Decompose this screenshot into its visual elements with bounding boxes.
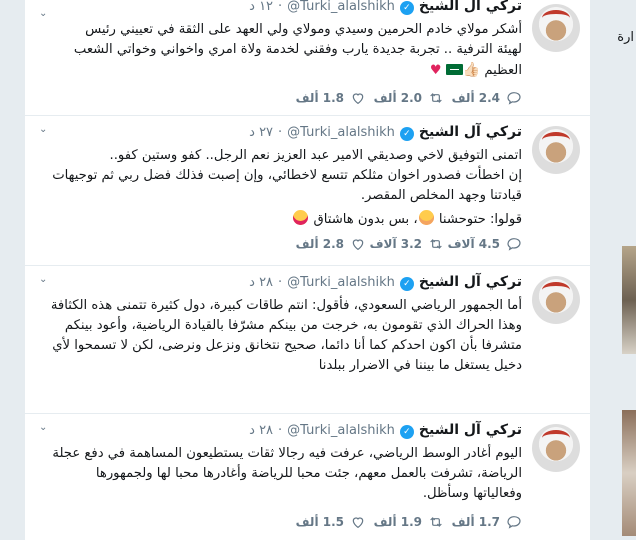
reply-icon [507,516,521,529]
retweet-icon [430,517,442,527]
verified-icon: ✓ [399,1,414,15]
verified-icon: ✓ [399,277,414,291]
tweet-header: تركي آل الشيخ ✓ @Turki_alalshikh · ١٢ د [39,0,522,18]
tweet-actions: 4.5 آلاف 3.2 آلاف 2.8 ألف [288,236,522,252]
reply-icon [507,92,521,105]
tweet-line: وهذا الحراك الذي تقومون به، خرجت من بينك… [64,318,522,333]
retweet-button[interactable]: 1.9 ألف [366,514,444,530]
like-icon [352,93,364,105]
author-handle[interactable]: @Turki_alalshikh [287,125,395,140]
verified-icon: ✓ [399,127,414,141]
tweet-line: اليوم أغادر الوسط الرياضي، عرفت فيه رجال… [52,446,522,461]
tweet[interactable]: ⌄ تركي آل الشيخ ✓ @Turki_alalshikh · ٢٨ … [25,414,590,540]
tweet-line: قولوا: حتوحشنا ، بس بدون هاشتاق [39,210,522,230]
tweet[interactable]: ⌄ تركي آل الشيخ ✓ @Turki_alalshikh · ٢٧ … [25,116,590,266]
author-handle[interactable]: @Turki_alalshikh [287,0,395,14]
tweet[interactable]: ⌄ تركي آل الشيخ ✓ @Turki_alalshikh · ١٢ … [25,0,590,116]
retweet-icon [430,93,442,103]
tweet-actions: 2.4 ألف 2.0 ألف 1.8 ألف [288,90,522,106]
tweet-time[interactable]: ٢٨ د [249,275,273,290]
tweet-time[interactable]: ١٢ د [249,0,273,14]
like-button[interactable]: 1.8 ألف [288,90,366,106]
author-handle[interactable]: @Turki_alalshikh [287,275,395,290]
tweet-time[interactable]: ٢٧ د [249,125,273,140]
retweet-button[interactable]: 3.2 آلاف [366,236,444,252]
smiling-face-icon [418,210,434,225]
avatar[interactable] [532,4,580,52]
tweet-text: أشكر مولاي خادم الحرمين وسيدي ومولاي ولي… [39,20,522,81]
like-count: 2.8 ألف [295,237,344,251]
reply-count: 1.7 ألف [451,515,500,529]
tweet-text: اتمنى التوفيق لاخي وصديقي الامير عبد الع… [39,146,522,230]
retweet-count: 2.0 ألف [373,91,422,105]
avatar[interactable] [532,276,580,324]
avatar[interactable] [532,126,580,174]
tweet-time[interactable]: ٢٨ د [249,423,273,438]
author-name[interactable]: تركي آل الشيخ [419,274,522,290]
tweet-line: قيادتنا وجهد المخلص المقصر. [360,188,522,203]
reply-icon [507,238,521,251]
reply-button[interactable]: 1.7 ألف [444,514,522,530]
tweet-line: إن اخطأت فصدور اخوان مثلكم تتسع لاخطائي،… [52,168,522,183]
retweet-count: 3.2 آلاف [369,237,422,251]
tweet-header: تركي آل الشيخ ✓ @Turki_alalshikh · ٢٨ د [39,422,522,442]
tweet-actions: 1.7 ألف 1.9 ألف 1.5 ألف [288,514,522,530]
separator-dot: · [278,0,283,14]
retweet-button[interactable]: 2.0 ألف [366,90,444,106]
author-name[interactable]: تركي آل الشيخ [419,124,522,140]
tweet-line: أشكر مولاي خادم الحرمين وسيدي ومولاي ولي… [85,22,522,37]
like-icon [352,517,364,529]
separator-dot: · [278,125,283,140]
separator-dot: · [278,275,283,290]
reply-count: 4.5 آلاف [447,237,500,251]
sidebar-partial-text: ارة [617,30,634,45]
tweet-text: أما الجمهور الرياضي السعودي، فأقول: انتم… [39,296,522,376]
tweet-line: متشرفا بأن اكون احدكم كما أنا دائما، صحي… [52,338,522,353]
author-name[interactable]: تركي آل الشيخ [419,422,522,438]
like-count: 1.5 ألف [295,515,344,529]
thumbs-up-icon: 👍🏻 [462,62,481,78]
tweet-line: العظيم 👍🏻 ♥ [429,62,522,78]
tweet-line: دخيل يستغل ما بيننا في الاضرار ببلدنا [318,358,522,373]
like-button[interactable]: 2.8 ألف [288,236,366,252]
tweet-header: تركي آل الشيخ ✓ @Turki_alalshikh · ٢٧ د [39,124,522,144]
like-icon [352,239,364,251]
like-button[interactable]: 1.5 ألف [288,514,366,530]
retweet-icon [430,239,442,249]
reply-button[interactable]: 4.5 آلاف [444,236,522,252]
timeline: ⌄ تركي آل الشيخ ✓ @Turki_alalshikh · ١٢ … [24,0,591,540]
tweet[interactable]: ⌄ تركي آل الشيخ ✓ @Turki_alalshikh · ٢٨ … [25,266,590,414]
flag-icon [445,64,463,75]
verified-icon: ✓ [399,425,414,439]
author-handle[interactable]: @Turki_alalshikh [287,423,395,438]
tweet-line: لهيئة الترفية .. تجربة جديدة يارب وفقني … [73,42,522,57]
winking-tongue-face-icon [293,210,309,225]
tweet-line: الرياضة، تشرفت بالعمل معهم، جئت محبا للر… [95,466,522,481]
retweet-count: 1.9 ألف [373,515,422,529]
tweet-line: وفعالياتها وسأظل. [422,486,522,501]
author-name[interactable]: تركي آل الشيخ [419,0,522,14]
reply-count: 2.4 ألف [451,91,500,105]
sidebar-photo[interactable] [622,410,636,536]
like-count: 1.8 ألف [295,91,344,105]
avatar[interactable] [532,424,580,472]
tweet-line: اتمنى التوفيق لاخي وصديقي الامير عبد الع… [109,148,522,163]
sidebar-photo[interactable] [622,246,636,354]
tweet-header: تركي آل الشيخ ✓ @Turki_alalshikh · ٢٨ د [39,274,522,294]
heart-icon: ♥ [429,63,442,78]
separator-dot: · [278,423,283,438]
tweet-line: أما الجمهور الرياضي السعودي، فأقول: انتم… [50,298,522,313]
reply-button[interactable]: 2.4 ألف [444,90,522,106]
tweet-text: اليوم أغادر الوسط الرياضي، عرفت فيه رجال… [39,444,522,504]
